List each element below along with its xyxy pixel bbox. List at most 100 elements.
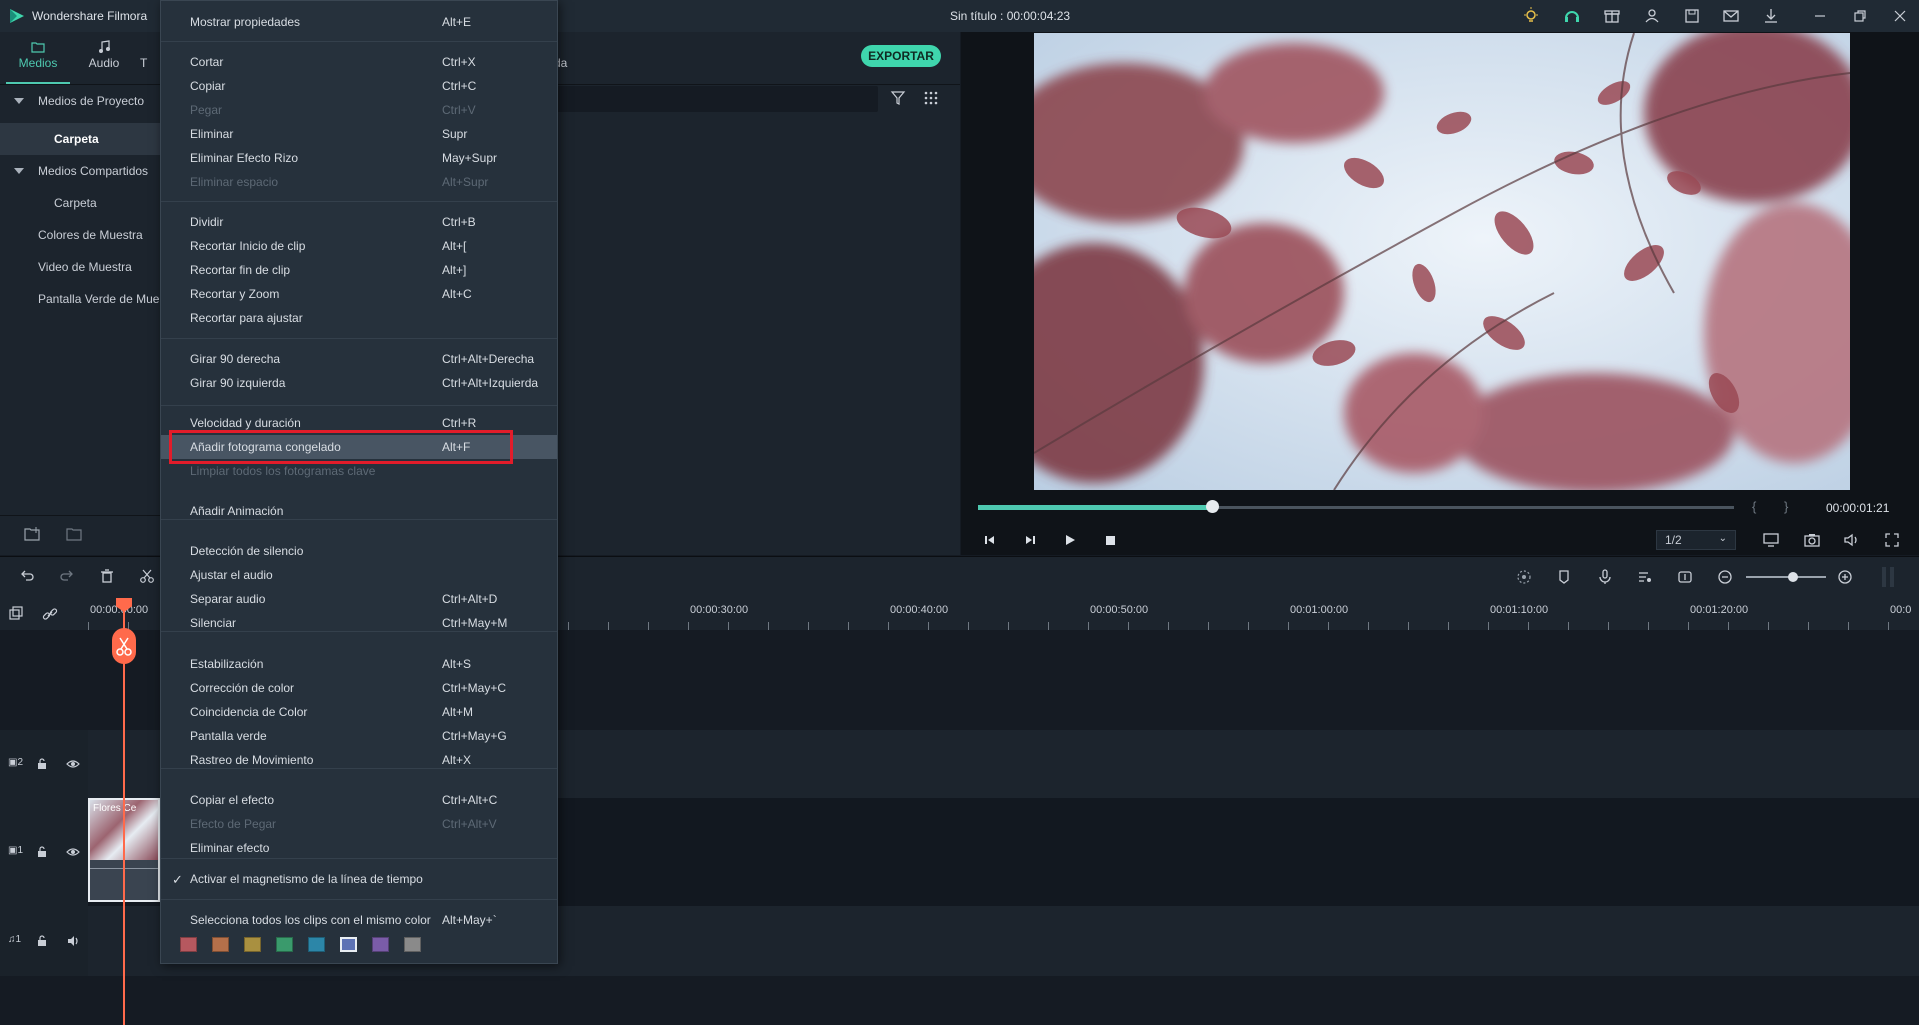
zoom-slider-handle[interactable] bbox=[1788, 572, 1798, 582]
menu-item[interactable]: Corrección de color Ctrl+May+C bbox=[161, 676, 557, 700]
lock-icon[interactable] bbox=[36, 757, 50, 771]
tree-item-carpeta[interactable]: Carpeta bbox=[0, 187, 160, 219]
zoom-slider-track[interactable] bbox=[1746, 576, 1826, 578]
lightbulb-icon[interactable] bbox=[1521, 6, 1541, 26]
render-icon[interactable] bbox=[1515, 568, 1533, 586]
lock-icon[interactable] bbox=[36, 845, 50, 859]
menu-item[interactable]: Detección de silencio bbox=[161, 539, 557, 563]
menu-item[interactable]: Estabilización Alt+S bbox=[161, 652, 557, 676]
mark-out-icon[interactable]: } bbox=[1784, 499, 1788, 514]
speaker-icon[interactable] bbox=[66, 934, 80, 948]
marker-icon[interactable] bbox=[1555, 568, 1573, 586]
redo-icon[interactable] bbox=[58, 567, 76, 585]
fullscreen-icon[interactable] bbox=[1882, 530, 1902, 550]
account-icon[interactable] bbox=[1642, 6, 1662, 26]
menu-item[interactable]: Cortar Ctrl+X bbox=[161, 50, 557, 74]
color-swatch[interactable] bbox=[372, 937, 389, 952]
grid-view-icon[interactable] bbox=[923, 90, 939, 106]
menu-item[interactable]: Recortar Inicio de clip Alt+[ bbox=[161, 234, 557, 258]
snapshot-camera-icon[interactable] bbox=[1802, 530, 1822, 550]
zoom-out-icon[interactable] bbox=[1716, 568, 1734, 586]
menu-item[interactable]: Girar 90 derecha Ctrl+Alt+Derecha bbox=[161, 347, 557, 371]
tab-titles[interactable]: T bbox=[140, 38, 160, 84]
voiceover-list-icon[interactable] bbox=[1636, 568, 1654, 586]
close-icon[interactable] bbox=[1890, 6, 1910, 26]
scissors-icon[interactable] bbox=[138, 567, 156, 585]
color-swatch[interactable] bbox=[212, 937, 229, 952]
tree-item-carpeta-selected[interactable]: Carpeta bbox=[0, 123, 160, 155]
folder-outline-icon[interactable] bbox=[66, 526, 84, 542]
color-swatch[interactable] bbox=[244, 937, 261, 952]
new-folder-icon[interactable] bbox=[24, 526, 42, 542]
tab-medios[interactable]: Medios bbox=[6, 38, 70, 84]
mark-in-icon[interactable]: { bbox=[1752, 499, 1756, 514]
gift-icon[interactable] bbox=[1602, 6, 1622, 26]
menu-item[interactable]: Eliminar Efecto Rizo May+Supr bbox=[161, 146, 557, 170]
zoom-in-icon[interactable] bbox=[1836, 568, 1854, 586]
monitor-icon[interactable] bbox=[1761, 530, 1781, 550]
add-track-icon[interactable] bbox=[8, 606, 24, 622]
tree-item-medios-proyecto[interactable]: Medios de Proyecto bbox=[0, 85, 160, 117]
mail-icon[interactable] bbox=[1721, 6, 1741, 26]
tree-item-pantalla-verde[interactable]: Pantalla Verde de Mue bbox=[0, 283, 160, 315]
volume-icon[interactable] bbox=[1842, 530, 1862, 550]
tree-item-colores-muestra[interactable]: Colores de Muestra bbox=[0, 219, 160, 251]
eye-icon[interactable] bbox=[66, 757, 80, 771]
menu-item[interactable]: Activar el magnetismo de la línea de tie… bbox=[161, 867, 557, 891]
video-track-icon: ▣1 bbox=[8, 845, 24, 856]
minimize-icon[interactable] bbox=[1810, 6, 1830, 26]
menu-item[interactable]: Recortar y Zoom Alt+C bbox=[161, 282, 557, 306]
headset-support-icon[interactable] bbox=[1562, 6, 1582, 26]
menu-item[interactable]: Recortar para ajustar bbox=[161, 306, 557, 330]
menu-item[interactable]: Selecciona todos los clips con el mismo … bbox=[161, 908, 557, 932]
color-swatch[interactable] bbox=[276, 937, 293, 952]
trash-icon[interactable] bbox=[98, 567, 116, 585]
link-icon[interactable] bbox=[42, 606, 58, 622]
tab-audio[interactable]: Audio bbox=[72, 38, 136, 84]
download-icon[interactable] bbox=[1761, 6, 1781, 26]
media-panel-footer bbox=[0, 515, 160, 555]
menu-item[interactable]: Eliminar efecto bbox=[161, 836, 557, 860]
menu-item-label: Corrección de color bbox=[190, 681, 295, 695]
color-swatch[interactable] bbox=[404, 937, 421, 952]
step-back-icon[interactable] bbox=[980, 530, 1000, 550]
media-search-input[interactable] bbox=[540, 86, 878, 112]
menu-item[interactable]: Copiar el efecto Ctrl+Alt+C bbox=[161, 788, 557, 812]
color-swatch[interactable] bbox=[180, 937, 197, 952]
menu-item-label: Limpiar todos los fotogramas clave bbox=[190, 464, 376, 478]
menu-item[interactable]: Pantalla verde Ctrl+May+G bbox=[161, 724, 557, 748]
color-swatch[interactable] bbox=[340, 937, 357, 952]
stop-icon[interactable] bbox=[1100, 530, 1120, 550]
menu-item[interactable]: Separar audio Ctrl+Alt+D bbox=[161, 587, 557, 611]
menu-item[interactable]: Eliminar Supr bbox=[161, 122, 557, 146]
filter-icon[interactable] bbox=[890, 90, 906, 106]
preview-quality-select[interactable]: 1/2 ⌄ bbox=[1656, 530, 1736, 550]
tree-item-video-muestra[interactable]: Video de Muestra bbox=[0, 251, 160, 283]
menu-separator bbox=[161, 631, 557, 632]
menu-item[interactable]: Mostrar propiedades Alt+E bbox=[161, 10, 557, 34]
undo-icon[interactable] bbox=[18, 567, 36, 585]
menu-item[interactable]: Dividir Ctrl+B bbox=[161, 210, 557, 234]
play-icon[interactable] bbox=[1060, 530, 1080, 550]
menu-item[interactable]: Recortar fin de clip Alt+] bbox=[161, 258, 557, 282]
step-forward-icon[interactable] bbox=[1020, 530, 1040, 550]
detach-icon[interactable] bbox=[1676, 568, 1694, 586]
menu-item[interactable]: Copiar Ctrl+C bbox=[161, 74, 557, 98]
split-scissors-icon[interactable] bbox=[112, 628, 136, 664]
lock-icon[interactable] bbox=[36, 934, 50, 948]
pause-bars-icon[interactable] bbox=[1882, 567, 1894, 587]
tree-item-medios-compartidos[interactable]: Medios Compartidos bbox=[0, 155, 160, 187]
eye-icon[interactable] bbox=[66, 845, 80, 859]
menu-item[interactable]: Coincidencia de Color Alt+M bbox=[161, 700, 557, 724]
color-swatch[interactable] bbox=[308, 937, 325, 952]
track-number: 2 bbox=[17, 757, 24, 768]
menu-item-label: Recortar fin de clip bbox=[190, 263, 291, 277]
menu-separator bbox=[161, 201, 557, 202]
microphone-icon[interactable] bbox=[1596, 568, 1614, 586]
export-button[interactable]: EXPORTAR bbox=[861, 45, 941, 67]
quality-value: 1/2 bbox=[1665, 533, 1682, 547]
restore-icon[interactable] bbox=[1850, 6, 1870, 26]
menu-item[interactable]: Ajustar el audio bbox=[161, 563, 557, 587]
save-icon[interactable] bbox=[1682, 6, 1702, 26]
menu-item[interactable]: Girar 90 izquierda Ctrl+Alt+Izquierda bbox=[161, 371, 557, 395]
